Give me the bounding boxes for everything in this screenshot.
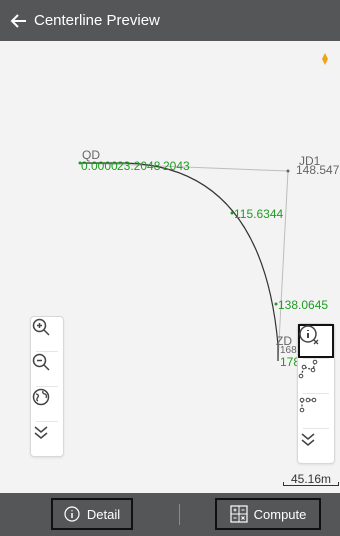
label-mid-chainage: 115.6344 xyxy=(234,207,284,221)
detail-button[interactable]: Detail xyxy=(51,498,133,530)
globe-button[interactable] xyxy=(31,387,63,421)
zoom-in-button[interactable] xyxy=(31,317,63,351)
right-toolbar xyxy=(297,323,335,464)
scale-bar: 45.16m xyxy=(283,472,339,486)
chevron-double-down-icon xyxy=(301,433,315,446)
expand-right-tools-button[interactable] xyxy=(298,429,334,463)
label-jd1-chainage: 148.547 xyxy=(296,163,340,177)
polyline-nodes-icon xyxy=(298,359,318,379)
compute-button[interactable]: Compute xyxy=(215,498,321,530)
detail-label: Detail xyxy=(86,506,121,522)
zoom-in-icon xyxy=(32,318,50,336)
label-qd-chainage: 0.0000 xyxy=(81,159,118,173)
path-nodes-icon xyxy=(299,397,317,413)
label-qd-overlap-2: 2043 xyxy=(163,159,190,173)
zoom-toolbar xyxy=(30,316,64,457)
zoom-out-icon xyxy=(32,353,50,371)
label-qd-overlap: 23.2048 xyxy=(117,159,161,173)
info-x-icon xyxy=(299,325,319,345)
info-button[interactable] xyxy=(298,324,334,358)
bottom-bar: Detail Compute xyxy=(0,493,340,536)
centerline-curve xyxy=(80,162,279,361)
point-jd1 xyxy=(286,169,290,173)
label-lower-chainage: 138.0645 xyxy=(278,298,329,312)
polyline-button[interactable] xyxy=(298,359,334,393)
expand-left-tools-button[interactable] xyxy=(31,422,63,456)
compute-label: Compute xyxy=(253,506,307,522)
calculator-icon xyxy=(230,505,248,523)
zoom-out-button[interactable] xyxy=(31,352,63,386)
globe-icon xyxy=(32,388,50,406)
arrow-left-icon[interactable] xyxy=(8,10,30,32)
top-bar: Centerline Preview xyxy=(0,0,340,41)
compass-icon xyxy=(322,53,328,65)
info-icon xyxy=(64,506,80,522)
chevron-double-down-icon xyxy=(34,426,48,439)
map-canvas[interactable]: QD 0.0000 23.2048 2043 JD1 148.547 115.6… xyxy=(0,41,340,493)
footer-divider xyxy=(179,504,180,525)
tangent-line-2 xyxy=(277,170,289,362)
page-title: Centerline Preview xyxy=(34,12,160,29)
path-button[interactable] xyxy=(298,394,334,428)
